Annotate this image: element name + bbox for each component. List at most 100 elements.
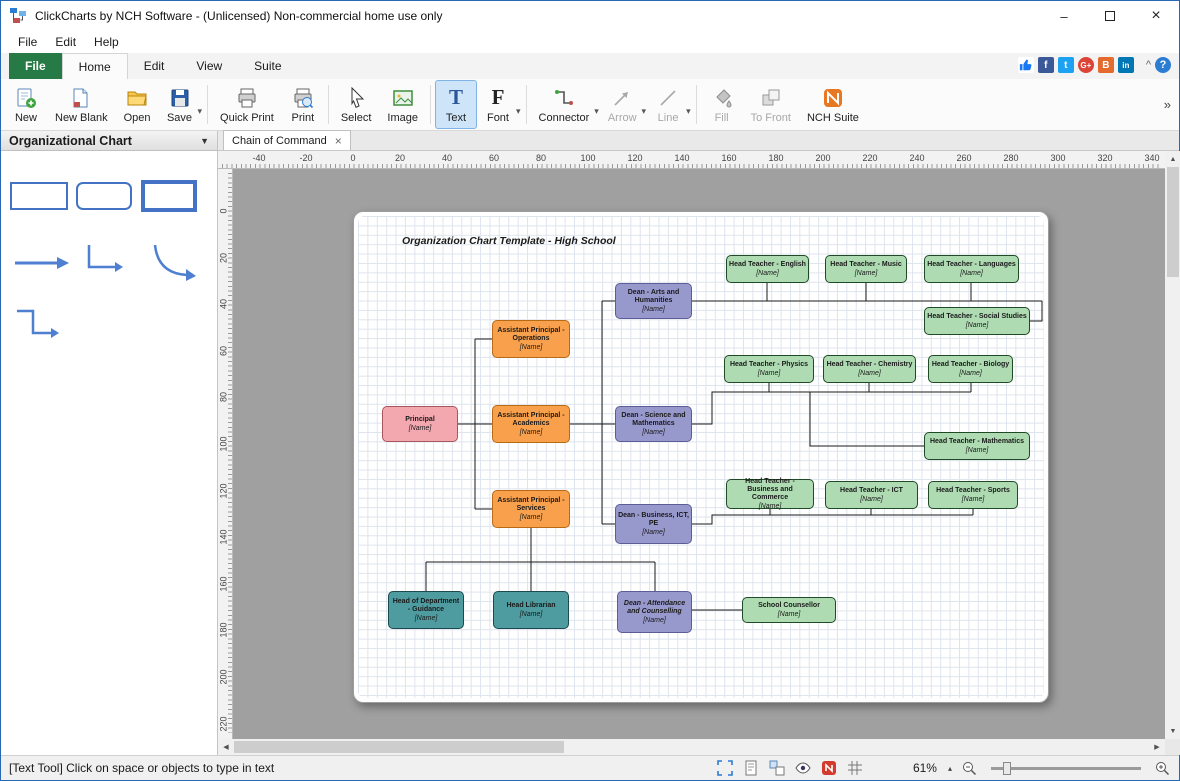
close-button[interactable]: × <box>1133 1 1179 31</box>
to-front-button[interactable]: To Front <box>743 80 799 129</box>
scroll-down-icon[interactable]: ▼ <box>1165 723 1180 739</box>
twitter-icon[interactable]: t <box>1058 57 1074 73</box>
scroll-right-icon[interactable]: ▶ <box>1149 739 1165 755</box>
chart-node-hod-guidance[interactable]: Head of Department - Guidance[Name] <box>388 591 464 629</box>
chart-node-principal[interactable]: Principal[Name] <box>382 406 458 442</box>
print-page-icon[interactable] <box>743 760 760 777</box>
tab-edit[interactable]: Edit <box>128 53 181 79</box>
shape-rectangle[interactable] <box>11 183 67 209</box>
chart-node-ht-music[interactable]: Head Teacher - Music[Name] <box>825 255 907 283</box>
chart-node-ht-languages[interactable]: Head Teacher - Languages[Name] <box>924 255 1019 283</box>
chart-node-school-counsellor[interactable]: School Counsellor[Name] <box>742 597 836 623</box>
shape-elbow-connector[interactable] <box>89 245 123 272</box>
chart-node-ht-biology[interactable]: Head Teacher - Biology[Name] <box>928 355 1013 383</box>
chart-node-ht-english[interactable]: Head Teacher - English[Name] <box>726 255 809 283</box>
facebook-icon[interactable]: f <box>1038 57 1054 73</box>
document-tab[interactable]: Chain of Command × <box>223 130 351 150</box>
zoom-in-icon[interactable] <box>1154 760 1171 777</box>
chart-node-dean-business[interactable]: Dean - Business, ICT, PE[Name] <box>615 504 692 544</box>
text-tool-button[interactable]: T Text <box>435 80 477 129</box>
print-button[interactable]: Print <box>282 80 324 129</box>
shape-emphasized-rectangle[interactable] <box>143 182 195 210</box>
scroll-left-icon[interactable]: ◀ <box>218 739 234 755</box>
collapse-ribbon-icon[interactable]: ^ <box>1146 59 1151 71</box>
nch-alert-icon[interactable] <box>821 760 838 777</box>
google-plus-icon[interactable]: G+ <box>1078 57 1094 73</box>
maximize-button[interactable] <box>1087 1 1133 31</box>
shape-elbow-arrow[interactable] <box>17 311 59 338</box>
chart-node-ht-social-studies[interactable]: Head Teacher - Social Studies[Name] <box>924 307 1030 335</box>
horizontal-scrollbar[interactable]: ◀ ▶ <box>218 739 1165 755</box>
linkedin-icon[interactable]: in <box>1118 57 1134 73</box>
new-button[interactable]: New <box>5 80 47 129</box>
tab-suite[interactable]: Suite <box>238 53 297 79</box>
menu-help[interactable]: Help <box>85 33 128 51</box>
chevron-down-icon[interactable]: ▾ <box>642 106 647 117</box>
menu-edit[interactable]: Edit <box>46 33 85 51</box>
tab-home[interactable]: Home <box>62 53 128 79</box>
zoom-slider[interactable] <box>991 767 1141 770</box>
horizontal-scroll-thumb[interactable] <box>234 741 564 753</box>
save-button[interactable]: Save <box>159 83 201 127</box>
tab-close-icon[interactable]: × <box>335 134 342 148</box>
toolbar-overflow-button[interactable]: » <box>1160 93 1175 116</box>
chart-node-ht-business-commerce[interactable]: Head Teacher - Business and Commerce[Nam… <box>726 479 814 509</box>
open-button[interactable]: Open <box>116 80 159 129</box>
connector-line[interactable] <box>1030 301 1042 321</box>
help-icon[interactable]: ? <box>1155 57 1171 73</box>
shape-curved-connector[interactable] <box>155 245 196 281</box>
minimize-button[interactable]: – <box>1041 1 1087 31</box>
fill-button[interactable]: Fill <box>701 80 743 129</box>
chevron-down-icon[interactable]: ▾ <box>198 106 203 117</box>
connector-line[interactable] <box>692 392 971 424</box>
chart-page[interactable]: Organization Chart Template - High Schoo… <box>353 211 1049 703</box>
arrow-button[interactable]: Arrow <box>600 83 645 127</box>
chart-node-ap-operations[interactable]: Assistant Principal - Operations[Name] <box>492 320 570 358</box>
tab-file[interactable]: File <box>9 53 62 79</box>
chart-node-ht-sports[interactable]: Head Teacher - Sports[Name] <box>928 481 1018 509</box>
connector-line[interactable] <box>810 392 924 446</box>
chart-node-ap-academics[interactable]: Assistant Principal - Academics[Name] <box>492 405 570 443</box>
menu-file[interactable]: File <box>9 33 46 51</box>
select-button[interactable]: Select <box>333 80 380 129</box>
chart-node-ht-physics[interactable]: Head Teacher - Physics[Name] <box>724 355 814 383</box>
chevron-down-icon[interactable]: ▾ <box>594 106 599 117</box>
chart-node-dean-attendance[interactable]: Dean - Attendance and Counselling[Name] <box>617 591 692 633</box>
connector-button[interactable]: Connector <box>531 83 598 127</box>
select-region-icon[interactable] <box>717 760 734 777</box>
blog-icon[interactable]: B <box>1098 57 1114 73</box>
panel-caret-icon[interactable]: ▼ <box>200 136 209 146</box>
chart-title[interactable]: Organization Chart Template - High Schoo… <box>402 235 616 247</box>
tab-view[interactable]: View <box>180 53 238 79</box>
zoom-slider-thumb[interactable] <box>1003 762 1011 775</box>
chart-node-ap-services[interactable]: Assistant Principal - Services[Name] <box>492 490 570 528</box>
drawing-canvas[interactable]: Organization Chart Template - High Schoo… <box>233 169 1165 739</box>
image-button[interactable]: Image <box>379 80 426 129</box>
font-button[interactable]: F Font <box>477 83 519 127</box>
quick-print-button[interactable]: Quick Print <box>212 80 282 129</box>
shapes-panel-header[interactable]: Organizational Chart ▼ <box>1 131 217 151</box>
zoom-level[interactable]: 61% <box>913 761 937 775</box>
thumbs-up-icon[interactable] <box>1018 57 1034 73</box>
chart-node-head-librarian[interactable]: Head Librarian[Name] <box>493 591 569 629</box>
vertical-scroll-thumb[interactable] <box>1167 167 1179 277</box>
nch-suite-button[interactable]: NCH Suite <box>799 80 867 129</box>
snap-objects-icon[interactable] <box>769 760 786 777</box>
zoom-out-icon[interactable] <box>961 760 978 777</box>
shape-arrow[interactable] <box>15 257 69 269</box>
shape-rounded-rectangle[interactable] <box>77 183 131 209</box>
visibility-icon[interactable] <box>795 760 812 777</box>
zoom-spinner-icon[interactable]: ▴ <box>948 764 952 773</box>
new-blank-button[interactable]: New Blank <box>47 80 116 129</box>
chart-node-ht-ict[interactable]: Head Teacher - ICT[Name] <box>825 481 918 509</box>
connector-line[interactable] <box>692 515 973 524</box>
chevron-down-icon[interactable]: ▾ <box>686 106 691 117</box>
chart-node-ht-mathematics[interactable]: Head Teacher - Mathematics[Name] <box>924 432 1030 460</box>
chart-node-dean-science[interactable]: Dean - Science and Mathematics[Name] <box>615 406 692 442</box>
grid-toggle-icon[interactable] <box>847 760 864 777</box>
line-button[interactable]: Line <box>647 83 689 127</box>
chart-node-dean-arts[interactable]: Dean - Arts and Humanities[Name] <box>615 283 692 319</box>
chart-node-ht-chemistry[interactable]: Head Teacher - Chemistry[Name] <box>823 355 916 383</box>
chevron-down-icon[interactable]: ▾ <box>516 106 521 117</box>
scroll-up-icon[interactable]: ▲ <box>1165 151 1180 167</box>
